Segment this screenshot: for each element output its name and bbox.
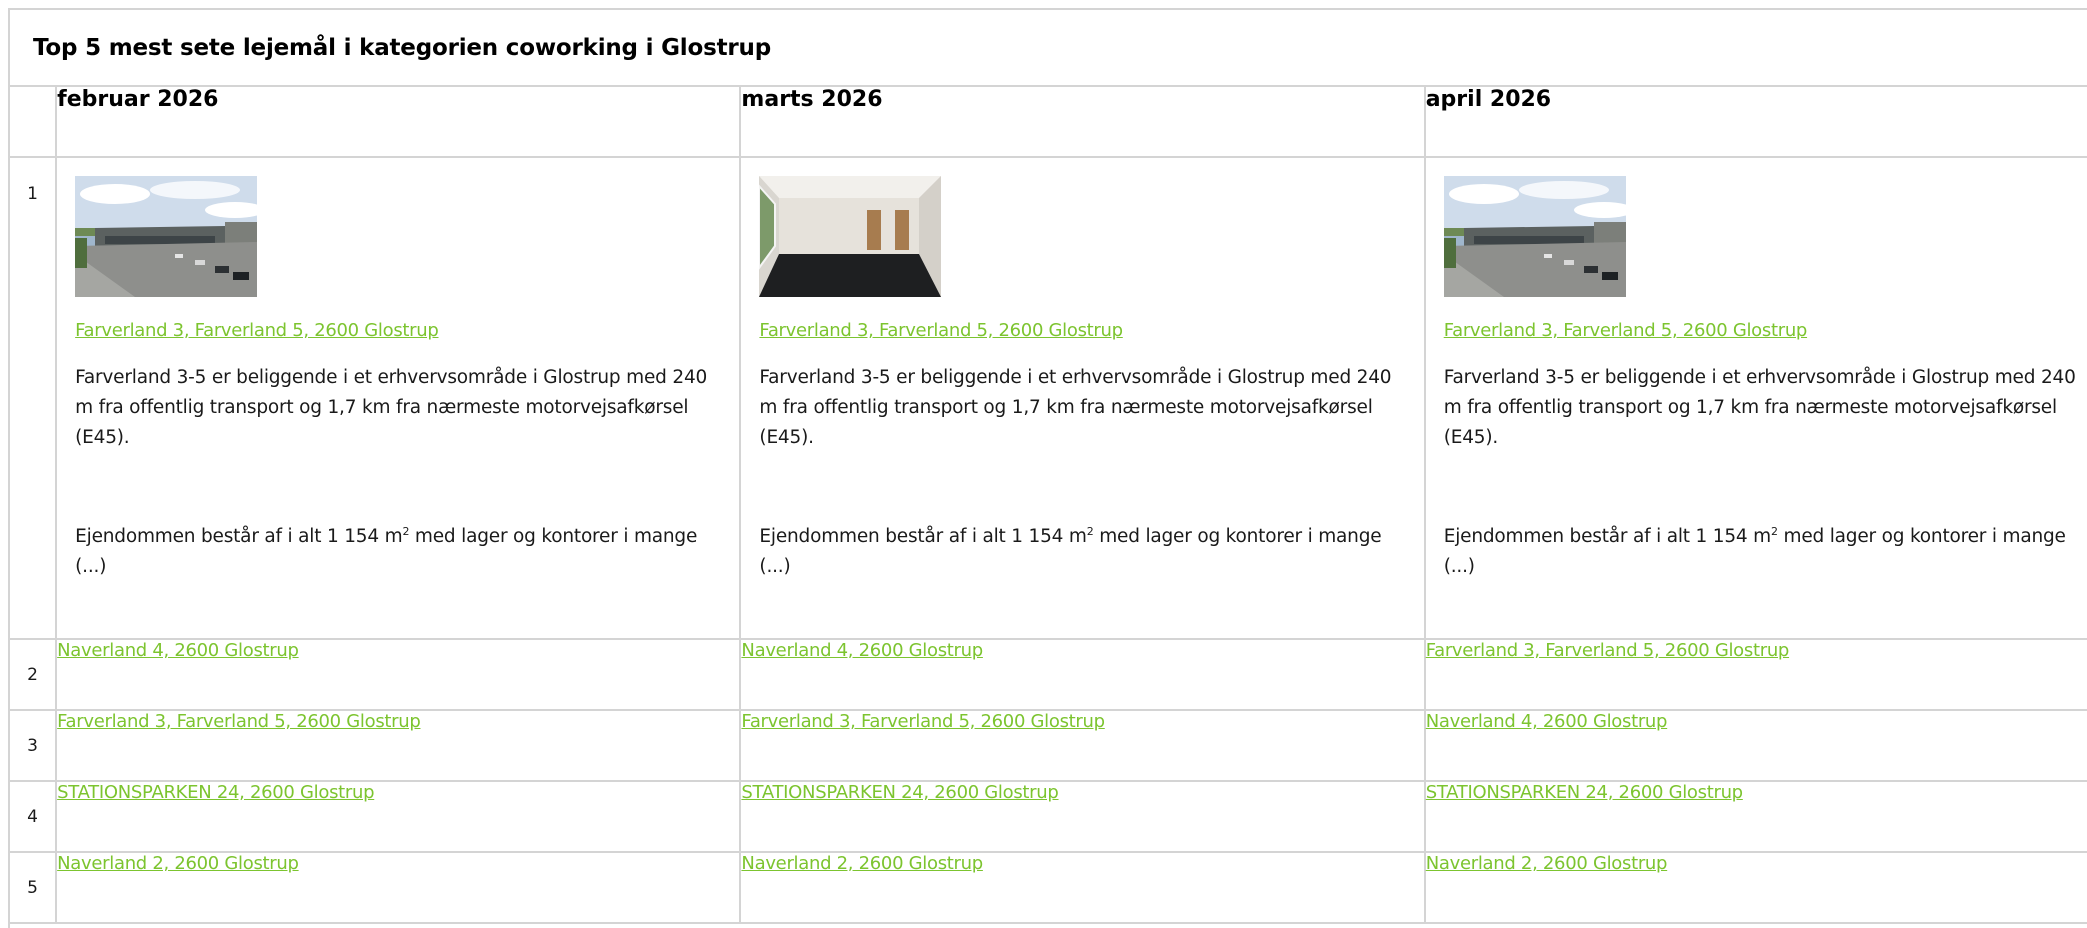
table-row: 1 Farverland 3, Farverland 5, 2600 Glost… (10, 157, 2087, 640)
listing-cell: Naverland 4, 2600 Glostrup (56, 639, 742, 711)
listing-address-link[interactable]: STATIONSPARKEN 24, 2600 Glostrup (57, 782, 374, 803)
listing-description-area: Ejendommen består af i alt 1 154 m2 med … (759, 525, 1382, 578)
listing-cell: STATIONSPARKEN 24, 2600 Glostrup (1424, 781, 2087, 853)
listing-cell: Farverland 3, Farverland 5, 2600 Glostru… (56, 157, 742, 640)
listing-cell: Farverland 3, Farverland 5, 2600 Glostru… (1424, 157, 2087, 640)
listing-cell: Naverland 4, 2600 Glostrup (740, 639, 1426, 711)
listing-cell: Naverland 2, 2600 Glostrup (740, 852, 1426, 924)
listing-address-link[interactable]: Naverland 4, 2600 Glostrup (57, 640, 299, 661)
listing-address-link[interactable]: STATIONSPARKEN 24, 2600 Glostrup (741, 782, 1058, 803)
listing-address-link[interactable]: STATIONSPARKEN 24, 2600 Glostrup (1426, 782, 1743, 803)
listing-address-link[interactable]: Farverland 3, Farverland 5, 2600 Glostru… (741, 711, 1105, 732)
table-row: 4 STATIONSPARKEN 24, 2600 Glostrup STATI… (10, 781, 2087, 853)
widget-header: Top 5 mest sete lejemål i kategorien cow… (10, 10, 2087, 87)
listing-cell: STATIONSPARKEN 24, 2600 Glostrup (56, 781, 742, 853)
listing-cell: Farverland 3, Farverland 5, 2600 Glostru… (740, 157, 1426, 640)
widget-title: Top 5 mest sete lejemål i kategorien cow… (33, 34, 771, 61)
listing-description: Farverland 3-5 er beliggende i et erhver… (1443, 367, 2076, 448)
listing-thumbnail[interactable] (1444, 176, 1626, 297)
listing-description: Farverland 3-5 er beliggende i et erhver… (75, 367, 708, 448)
listing-address-link[interactable]: Naverland 4, 2600 Glostrup (1426, 711, 1668, 732)
table-row: 5 Naverland 2, 2600 Glostrup Naverland 2… (10, 852, 2087, 924)
table-row: 3 Farverland 3, Farverland 5, 2600 Glost… (10, 710, 2087, 782)
table-header-row: februar 2026 marts 2026 april 2026 (10, 87, 2087, 158)
rank-number: 5 (10, 852, 58, 924)
top5-table: februar 2026 marts 2026 april 2026 1 Far… (10, 87, 2087, 924)
top5-widget: Top 5 mest sete lejemål i kategorien cow… (8, 8, 2087, 928)
listing-address-link[interactable]: Naverland 4, 2600 Glostrup (741, 640, 983, 661)
listing-address-link[interactable]: Farverland 3, Farverland 5, 2600 Glostru… (1444, 320, 1808, 341)
listing-cell: Farverland 3, Farverland 5, 2600 Glostru… (56, 710, 742, 782)
listing-cell: Farverland 3, Farverland 5, 2600 Glostru… (1424, 639, 2087, 711)
listing-cell: Farverland 3, Farverland 5, 2600 Glostru… (740, 710, 1426, 782)
listing-address-link[interactable]: Naverland 2, 2600 Glostrup (1426, 853, 1668, 874)
listing-cell: Naverland 2, 2600 Glostrup (1424, 852, 2087, 924)
listing-cell: Naverland 2, 2600 Glostrup (56, 852, 742, 924)
rank-number: 4 (10, 781, 58, 853)
listing-cell: STATIONSPARKEN 24, 2600 Glostrup (740, 781, 1426, 853)
listing-description-area: Ejendommen består af i alt 1 154 m2 med … (75, 525, 698, 578)
month-header: april 2026 (1424, 87, 2087, 158)
listing-address-link[interactable]: Farverland 3, Farverland 5, 2600 Glostru… (75, 320, 439, 341)
listing-cell: Naverland 4, 2600 Glostrup (1424, 710, 2087, 782)
listing-description: Farverland 3-5 er beliggende i et erhver… (759, 367, 1392, 448)
month-header: februar 2026 (56, 87, 742, 158)
listing-address-link[interactable]: Naverland 2, 2600 Glostrup (741, 853, 983, 874)
month-header: marts 2026 (740, 87, 1426, 158)
rank-header-cell (10, 87, 58, 158)
listing-address-link[interactable]: Farverland 3, Farverland 5, 2600 Glostru… (759, 320, 1123, 341)
listing-address-link[interactable]: Farverland 3, Farverland 5, 2600 Glostru… (57, 711, 421, 732)
listing-thumbnail[interactable] (75, 176, 257, 297)
rank-number: 3 (10, 710, 58, 782)
listing-thumbnail[interactable] (759, 176, 941, 297)
rank-number: 2 (10, 639, 58, 711)
listing-address-link[interactable]: Farverland 3, Farverland 5, 2600 Glostru… (1426, 640, 1790, 661)
rank-number: 1 (10, 157, 58, 640)
listing-description-area: Ejendommen består af i alt 1 154 m2 med … (1443, 525, 2066, 578)
listing-address-link[interactable]: Naverland 2, 2600 Glostrup (57, 853, 299, 874)
table-row: 2 Naverland 4, 2600 Glostrup Naverland 4… (10, 639, 2087, 711)
